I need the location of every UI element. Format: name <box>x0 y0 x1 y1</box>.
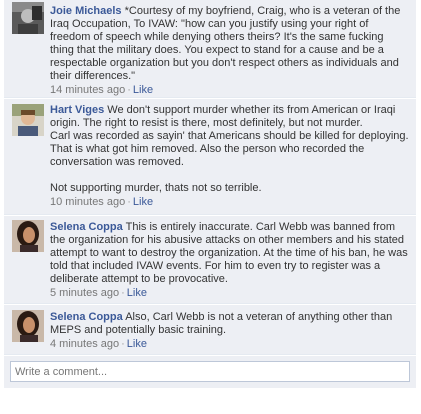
comment-meta: 10 minutes ago · Like <box>50 196 410 209</box>
avatar-photo-icon <box>12 310 44 342</box>
comment-item: Hart Viges We don't support murder wheth… <box>4 99 416 215</box>
comment-author-link[interactable]: Hart Viges <box>50 104 104 116</box>
meta-separator: · <box>121 338 125 350</box>
avatar[interactable] <box>12 310 44 342</box>
comment-input[interactable] <box>10 361 410 382</box>
comment-composer <box>4 356 416 388</box>
comment-timestamp[interactable]: 14 minutes ago <box>50 84 125 96</box>
avatar[interactable] <box>12 104 44 136</box>
comment-author-link[interactable]: Selena Coppa <box>50 311 123 323</box>
avatar[interactable] <box>12 220 44 252</box>
meta-separator: · <box>121 287 125 299</box>
avatar[interactable] <box>12 2 44 34</box>
comment-item: Selena Coppa This is entirely inaccurate… <box>4 216 416 304</box>
comment-text: We don't support murder whether its from… <box>50 104 409 194</box>
like-link[interactable]: Like <box>127 287 147 299</box>
comment-timestamp[interactable]: 4 minutes ago <box>50 338 119 350</box>
like-link[interactable]: Like <box>133 196 153 208</box>
like-link[interactable]: Like <box>133 84 153 96</box>
avatar-photo-icon <box>12 220 44 252</box>
comment-body: Selena Coppa Also, Carl Webb is not a ve… <box>50 311 410 337</box>
comment-item: Selena Coppa Also, Carl Webb is not a ve… <box>4 305 416 355</box>
comment-thread: Joie Michaels *Courtesy of my boyfriend,… <box>4 0 416 388</box>
comment-timestamp[interactable]: 5 minutes ago <box>50 287 119 299</box>
comment-author-link[interactable]: Joie Michaels <box>50 5 122 17</box>
comment-meta: 4 minutes ago · Like <box>50 338 410 351</box>
comment-item: Joie Michaels *Courtesy of my boyfriend,… <box>4 0 416 98</box>
comment-author-link[interactable]: Selena Coppa <box>50 221 123 233</box>
meta-separator: · <box>127 196 131 208</box>
avatar-photo-icon <box>12 2 44 34</box>
like-link[interactable]: Like <box>127 338 147 350</box>
meta-separator: · <box>127 84 131 96</box>
comment-meta: 14 minutes ago · Like <box>50 84 410 97</box>
comment-body: Joie Michaels *Courtesy of my boyfriend,… <box>50 5 410 83</box>
comment-body: Hart Viges We don't support murder wheth… <box>50 104 410 195</box>
comment-body: Selena Coppa This is entirely inaccurate… <box>50 221 410 286</box>
avatar-photo-icon <box>12 104 44 136</box>
comment-meta: 5 minutes ago · Like <box>50 287 410 300</box>
comment-timestamp[interactable]: 10 minutes ago <box>50 196 125 208</box>
